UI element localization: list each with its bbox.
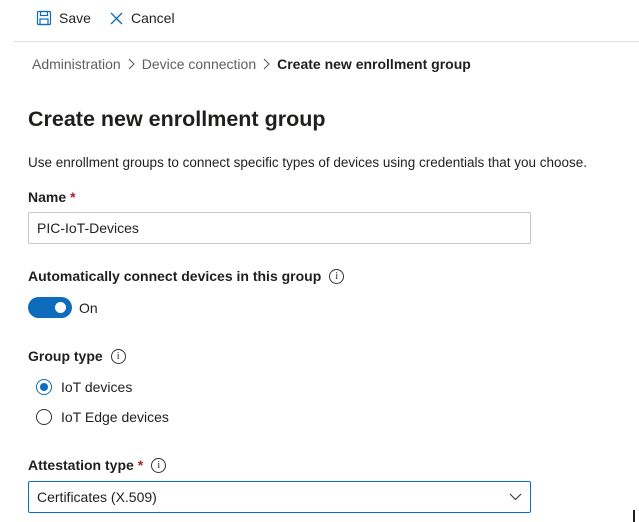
attestation-type-value: Certificates (X.509) bbox=[37, 489, 157, 505]
required-asterisk: * bbox=[70, 189, 76, 205]
radio-iot-devices[interactable]: IoT devices bbox=[36, 379, 132, 395]
info-icon[interactable]: i bbox=[110, 348, 126, 364]
auto-connect-toggle[interactable] bbox=[28, 297, 72, 318]
required-asterisk: * bbox=[137, 457, 144, 473]
radio-iot-edge-devices[interactable]: IoT Edge devices bbox=[36, 409, 169, 425]
info-icon[interactable]: i bbox=[329, 268, 345, 284]
breadcrumb-item-device-connection[interactable]: Device connection bbox=[142, 56, 256, 72]
save-icon bbox=[36, 10, 52, 26]
chevron-down-icon bbox=[509, 493, 522, 501]
radio-button[interactable] bbox=[36, 409, 52, 425]
save-button[interactable]: Save bbox=[36, 8, 91, 28]
breadcrumb-item-administration[interactable]: Administration bbox=[32, 56, 121, 72]
auto-connect-label-text: Automatically connect devices in this gr… bbox=[28, 268, 322, 284]
page-description: Use enrollment groups to connect specifi… bbox=[28, 155, 588, 170]
toolbar-divider bbox=[14, 41, 639, 42]
cancel-label: Cancel bbox=[131, 10, 175, 26]
toggle-knob bbox=[55, 302, 66, 313]
auto-connect-label: Automatically connect devices in this gr… bbox=[28, 268, 345, 284]
name-label-text: Name bbox=[28, 189, 67, 205]
attestation-type-label-text: Attestation type bbox=[28, 457, 134, 473]
attestation-type-label: Attestation type * i bbox=[28, 457, 167, 473]
breadcrumb-current: Create new enrollment group bbox=[277, 56, 471, 72]
save-label: Save bbox=[59, 10, 91, 26]
radio-label-iot-devices: IoT devices bbox=[61, 379, 133, 395]
radio-dot bbox=[40, 383, 48, 391]
name-label: Name * bbox=[28, 189, 76, 205]
breadcrumb: Administration Device connection Create … bbox=[32, 56, 471, 72]
page-title: Create new enrollment group bbox=[28, 107, 326, 131]
name-input[interactable] bbox=[28, 212, 531, 244]
radio-label-iot-edge-devices: IoT Edge devices bbox=[61, 409, 169, 425]
chevron-right-icon bbox=[127, 58, 136, 70]
chevron-right-icon bbox=[262, 58, 271, 70]
attestation-type-dropdown[interactable]: Certificates (X.509) bbox=[28, 481, 531, 513]
info-icon[interactable]: i bbox=[151, 457, 167, 473]
group-type-label-text: Group type bbox=[28, 348, 103, 364]
group-type-label: Group type i bbox=[28, 348, 126, 364]
radio-button-checked[interactable] bbox=[36, 379, 52, 395]
close-icon bbox=[110, 12, 123, 24]
toggle-state-label: On bbox=[79, 300, 98, 316]
scrollbar-edge bbox=[633, 510, 635, 522]
cancel-button[interactable]: Cancel bbox=[109, 8, 175, 28]
